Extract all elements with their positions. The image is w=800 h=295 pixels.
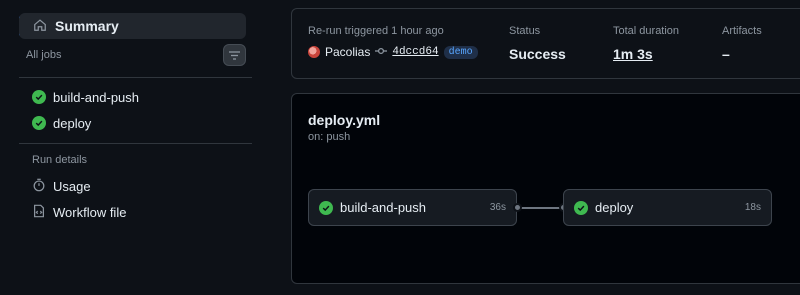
graph-job-name: deploy xyxy=(595,200,634,215)
status-label: Status xyxy=(509,25,541,37)
stopwatch-icon xyxy=(32,178,46,195)
duration-link[interactable]: 1m 3s xyxy=(613,46,679,62)
job-connector-dot xyxy=(513,203,522,212)
success-check-icon xyxy=(319,200,333,215)
success-check-icon xyxy=(574,200,588,215)
workflow-graph-card: deploy.yml on: push build-and-push 36s d… xyxy=(291,93,800,284)
status-info: Status Success xyxy=(509,25,566,62)
artifacts-info: Artifacts – xyxy=(722,25,762,62)
workflow-file-label: Workflow file xyxy=(53,204,127,220)
file-code-icon xyxy=(32,204,46,221)
sidebar-job-deploy[interactable]: deploy xyxy=(32,112,91,134)
artifacts-label: Artifacts xyxy=(722,25,762,37)
sidebar-job-build-and-push[interactable]: build-and-push xyxy=(32,86,139,108)
status-value: Success xyxy=(509,46,566,62)
sidebar-item-summary[interactable]: Summary xyxy=(19,13,246,39)
graph-job-build-and-push[interactable]: build-and-push 36s xyxy=(308,189,517,226)
run-summary-card: Re-run triggered 1 hour ago Pacolias 4dc… xyxy=(291,8,800,79)
job-label: deploy xyxy=(53,115,92,131)
success-check-icon xyxy=(32,116,46,130)
job-connector-line xyxy=(521,207,563,209)
sidebar-item-usage[interactable]: Usage xyxy=(32,175,91,197)
all-jobs-heading: All jobs xyxy=(26,49,62,61)
divider xyxy=(19,77,252,78)
usage-label: Usage xyxy=(53,178,91,194)
job-label: build-and-push xyxy=(53,89,140,105)
trigger-info: Re-run triggered 1 hour ago Pacolias 4dc… xyxy=(308,25,478,59)
trigger-row: Pacolias 4dccd64 demo xyxy=(308,45,478,59)
commit-icon xyxy=(375,45,388,59)
commit-link[interactable]: 4dccd64 xyxy=(392,46,438,58)
run-details-heading: Run details xyxy=(32,154,88,166)
sidebar-item-workflow-file[interactable]: Workflow file xyxy=(32,201,126,223)
success-check-icon xyxy=(32,90,46,104)
trigger-label: Re-run triggered 1 hour ago xyxy=(308,25,444,37)
graph-job-duration: 36s xyxy=(489,202,506,213)
graph-job-name: build-and-push xyxy=(340,200,427,215)
filter-button[interactable] xyxy=(223,44,246,66)
avatar[interactable] xyxy=(308,46,320,58)
duration-info: Total duration 1m 3s xyxy=(613,25,679,62)
graph-job-duration: 18s xyxy=(744,202,761,213)
divider xyxy=(19,143,252,144)
home-icon xyxy=(33,18,47,35)
graph-job-deploy[interactable]: deploy 18s xyxy=(563,189,772,226)
actor-name[interactable]: Pacolias xyxy=(325,45,370,59)
workflow-file-title: deploy.yml xyxy=(308,112,381,128)
summary-label: Summary xyxy=(55,18,119,34)
duration-label: Total duration xyxy=(613,25,680,37)
artifacts-value: – xyxy=(722,46,730,62)
filter-icon xyxy=(229,48,240,63)
sidebar: Summary All jobs build-and-push deploy R… xyxy=(0,0,262,295)
branch-badge[interactable]: demo xyxy=(443,45,478,59)
workflow-trigger: on: push xyxy=(308,131,351,143)
